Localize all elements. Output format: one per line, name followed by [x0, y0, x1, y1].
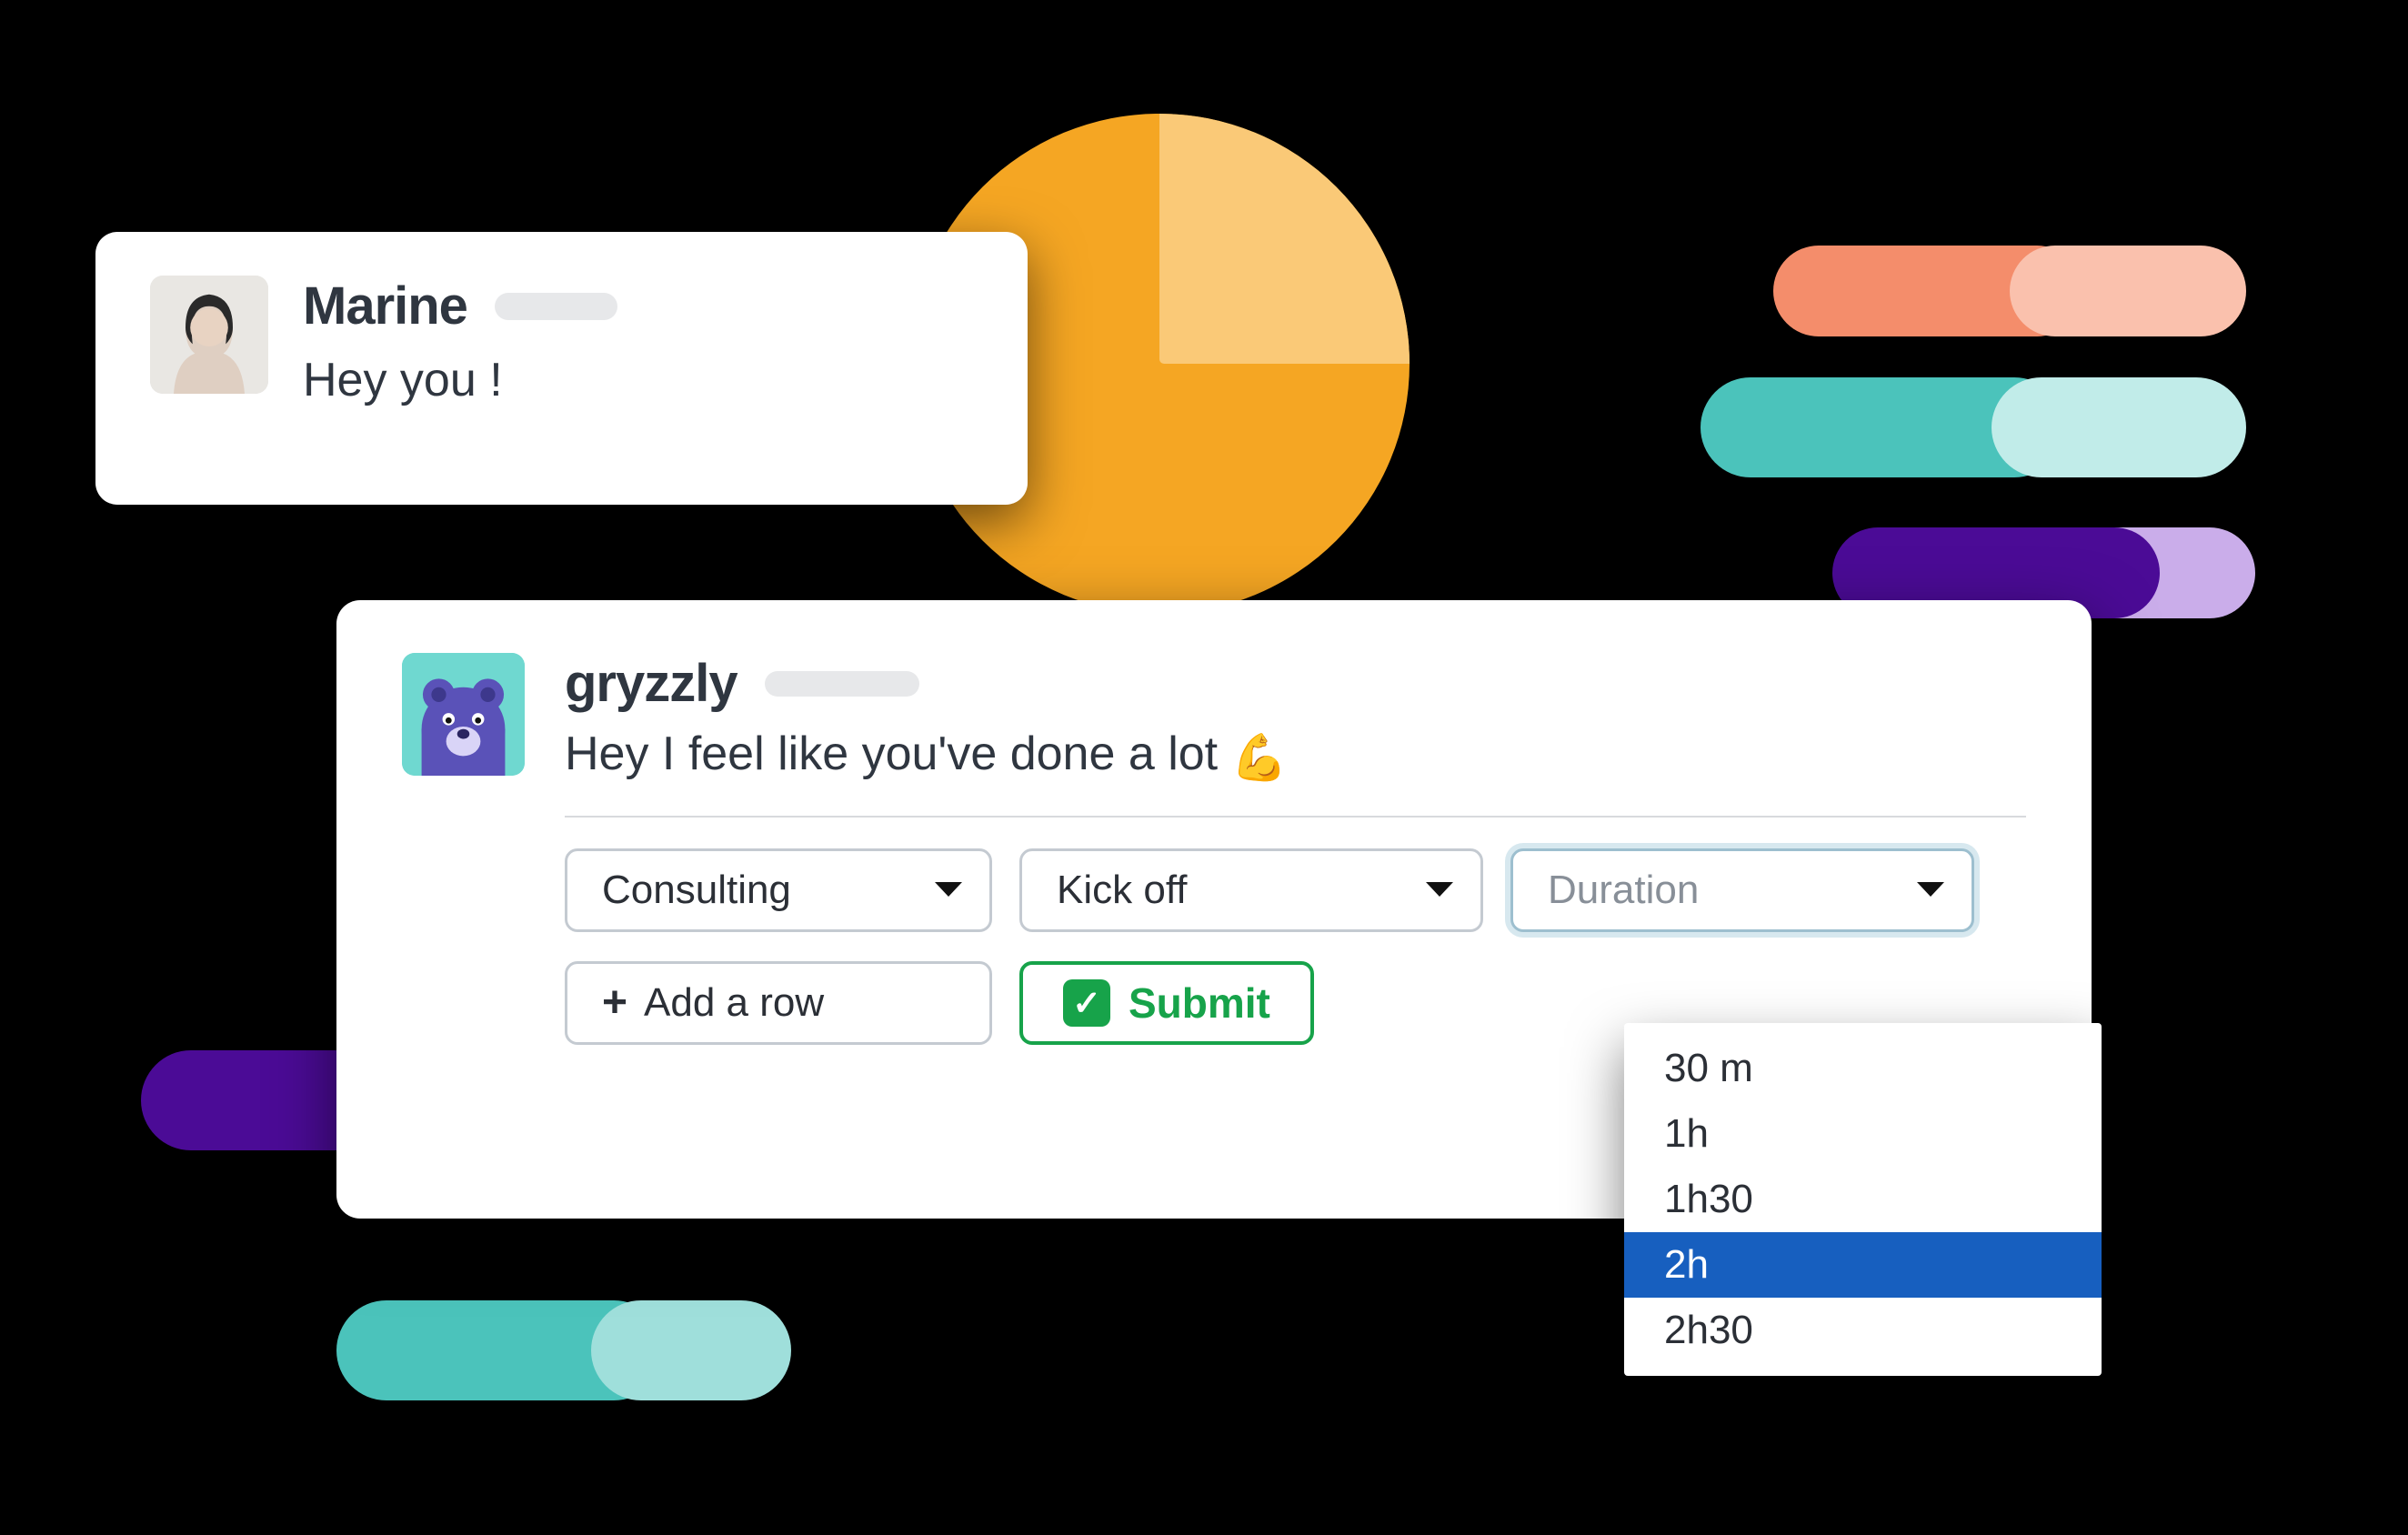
- flex-emoji-icon: 💪: [1231, 732, 1288, 783]
- plus-icon: +: [602, 981, 627, 1025]
- message-text: Hey you !: [303, 353, 617, 407]
- duration-option[interactable]: 1h: [1624, 1101, 2102, 1167]
- avatar: [150, 276, 268, 394]
- bear-icon: [402, 653, 525, 776]
- check-icon: ✓: [1063, 979, 1110, 1027]
- duration-option[interactable]: 2h: [1624, 1232, 2102, 1298]
- duration-option[interactable]: 1h30: [1624, 1167, 2102, 1232]
- task-select-value: Kick off: [1057, 868, 1187, 913]
- timestamp-placeholder: [495, 293, 617, 320]
- avatar: [402, 653, 525, 776]
- chevron-down-icon: [1424, 880, 1455, 900]
- duration-select-placeholder: Duration: [1548, 868, 1699, 913]
- message-text-span: Hey I feel like you've done a lot: [565, 727, 1231, 780]
- submit-button[interactable]: ✓ Submit: [1019, 961, 1314, 1045]
- sender-name: Marine: [303, 276, 467, 336]
- decor-pill: [2010, 246, 2246, 336]
- decor-pill: [591, 1300, 791, 1400]
- add-row-button[interactable]: + Add a row: [565, 961, 992, 1045]
- message-text: Hey I feel like you've done a lot 💪: [565, 727, 2026, 785]
- add-row-label: Add a row: [644, 980, 824, 1026]
- timestamp-placeholder: [765, 671, 919, 697]
- duration-option[interactable]: 2h30: [1624, 1298, 2102, 1363]
- sender-name: gryzzly: [565, 653, 737, 714]
- pie-chart-decor-slice: [1159, 114, 1410, 364]
- task-select[interactable]: Kick off: [1019, 848, 1483, 932]
- person-icon: [150, 276, 268, 394]
- message-card-marine: Marine Hey you !: [95, 232, 1028, 505]
- chevron-down-icon: [1915, 880, 1946, 900]
- project-select-value: Consulting: [602, 868, 791, 913]
- decor-pill: [1992, 377, 2246, 477]
- duration-select[interactable]: Duration: [1510, 848, 1974, 932]
- divider: [565, 816, 2026, 818]
- project-select[interactable]: Consulting: [565, 848, 992, 932]
- chevron-down-icon: [933, 880, 964, 900]
- submit-label: Submit: [1129, 978, 1270, 1028]
- duration-dropdown-menu: 30 m1h1h302h2h30: [1624, 1023, 2102, 1376]
- duration-option[interactable]: 30 m: [1624, 1036, 2102, 1101]
